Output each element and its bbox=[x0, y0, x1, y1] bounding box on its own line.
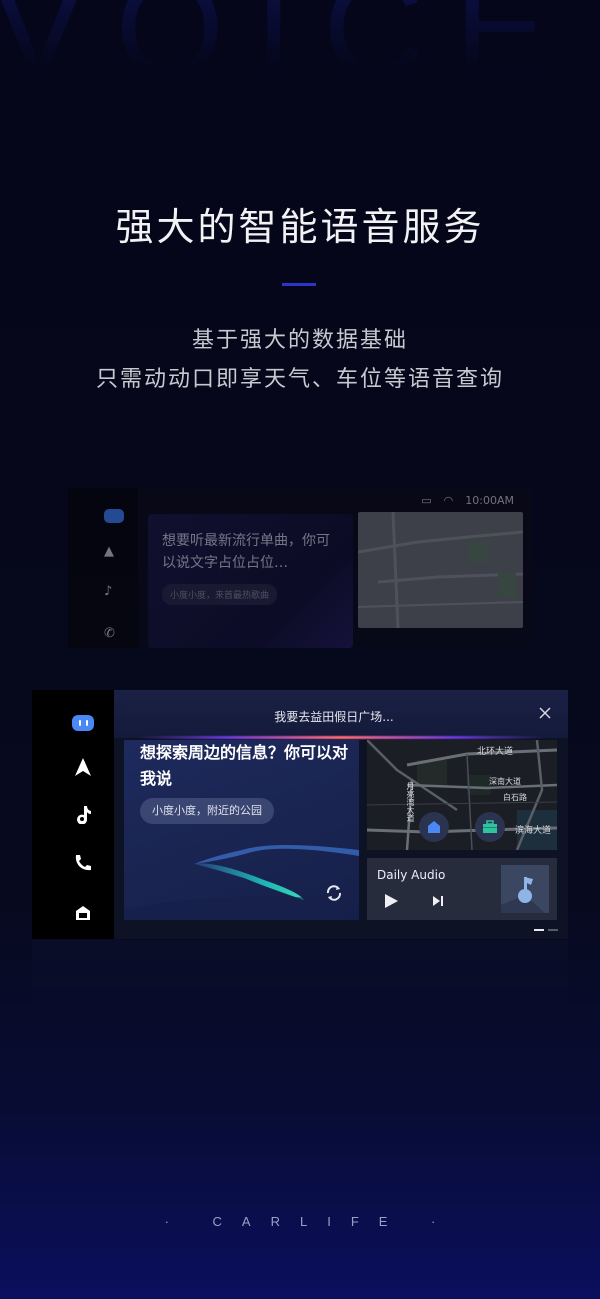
wifi-icon: ◠ bbox=[443, 494, 454, 507]
play-icon[interactable] bbox=[385, 894, 398, 908]
page-dot-active[interactable] bbox=[534, 929, 544, 931]
subline-2: 只需动动口即享天气、车位等语音查询 bbox=[95, 367, 504, 392]
footer-brand: · CARLIFE · bbox=[164, 1214, 456, 1229]
feature-card[interactable]: 想探索周边的信息？你可以对我说 小度小度，附近的公园 bbox=[124, 740, 359, 920]
navigation-icon: ▲ bbox=[104, 544, 114, 559]
audio-card[interactable]: Daily Audio bbox=[367, 858, 557, 920]
music-note-icon bbox=[501, 877, 545, 913]
back-screen-preview: ▲ ♪ ✆ ▭ ◠ 10:00AM 想要听最新流行单曲，你可以说文字占位占位… … bbox=[68, 488, 532, 648]
music-icon bbox=[77, 806, 91, 824]
sidebar-rail bbox=[32, 690, 114, 939]
home-icon bbox=[76, 906, 90, 920]
map-work-button[interactable] bbox=[475, 812, 505, 842]
skip-next-icon[interactable] bbox=[433, 896, 443, 906]
phone-icon bbox=[75, 855, 91, 871]
refresh-icon[interactable] bbox=[325, 884, 343, 902]
map-card[interactable]: 北环大道 深南大道 白石路 月亮湾大道 滨海大道 bbox=[367, 740, 557, 850]
phone-icon: ✆ bbox=[104, 626, 115, 641]
navigation-icon bbox=[75, 758, 91, 776]
map-home-button[interactable] bbox=[419, 812, 449, 842]
accent-divider bbox=[282, 283, 316, 286]
background-word: VOICE bbox=[0, 0, 600, 98]
map-label-binhai: 滨海大道 bbox=[515, 826, 552, 836]
briefcase-icon bbox=[483, 820, 497, 833]
rail-assistant[interactable] bbox=[72, 712, 94, 734]
back-map-roads bbox=[358, 512, 523, 628]
voice-wave-glow bbox=[114, 736, 568, 739]
status-bar: ▭ ◠ 10:00AM bbox=[421, 494, 514, 507]
main-screen: 想探索周边的信息？你可以对我说 小度小度，附近的公园 北环大道 深南大道 白石路… bbox=[32, 690, 568, 939]
home-icon bbox=[428, 821, 440, 833]
screen-reflection bbox=[32, 940, 568, 1050]
main-content: 想探索周边的信息？你可以对我说 小度小度，附近的公园 北环大道 深南大道 白石路… bbox=[114, 690, 568, 939]
assistant-icon bbox=[72, 715, 94, 731]
suggestion-chip[interactable]: 小度小度，附近的公园 bbox=[140, 798, 274, 824]
back-rail: ▲ ♪ ✆ bbox=[68, 488, 138, 648]
subline-1: 基于强大的数据基础 bbox=[191, 328, 408, 353]
headline: 强大的智能语音服务 bbox=[115, 205, 485, 249]
page-dot[interactable] bbox=[548, 929, 558, 931]
rail-navigation[interactable] bbox=[72, 756, 94, 778]
back-map bbox=[358, 512, 523, 628]
voice-query-bar: 我要去益田假日广场... bbox=[114, 690, 568, 738]
feature-title: 想探索周边的信息？你可以对我说 bbox=[140, 743, 349, 788]
map-label-shennan: 深南大道 bbox=[489, 777, 521, 786]
album-art bbox=[501, 865, 549, 913]
assistant-icon bbox=[104, 509, 124, 523]
reflection-mirror bbox=[32, 940, 568, 1050]
battery-icon: ▭ bbox=[421, 494, 432, 507]
voice-query-text: 我要去益田假日广场... bbox=[274, 710, 394, 724]
back-feature-card: 想要听最新流行单曲，你可以说文字占位占位… 小度小度，来首最热歌曲 bbox=[148, 514, 353, 648]
close-icon[interactable] bbox=[538, 706, 552, 720]
map-label-north: 北环大道 bbox=[477, 747, 514, 757]
back-card-text: 想要听最新流行单曲，你可以说文字占位占位… bbox=[162, 533, 330, 571]
clock: 10:00AM bbox=[465, 494, 514, 507]
audio-title: Daily Audio bbox=[377, 868, 446, 882]
page-indicator bbox=[534, 929, 558, 931]
rail-home[interactable] bbox=[72, 902, 94, 924]
music-icon: ♪ bbox=[104, 584, 113, 599]
map-label-baishi: 白石路 bbox=[503, 793, 527, 802]
rail-music[interactable] bbox=[72, 804, 94, 826]
back-card-chip: 小度小度，来首最热歌曲 bbox=[162, 584, 278, 605]
rail-phone[interactable] bbox=[72, 852, 94, 874]
map-label-yueliang: 月亮湾大道 bbox=[406, 782, 415, 822]
